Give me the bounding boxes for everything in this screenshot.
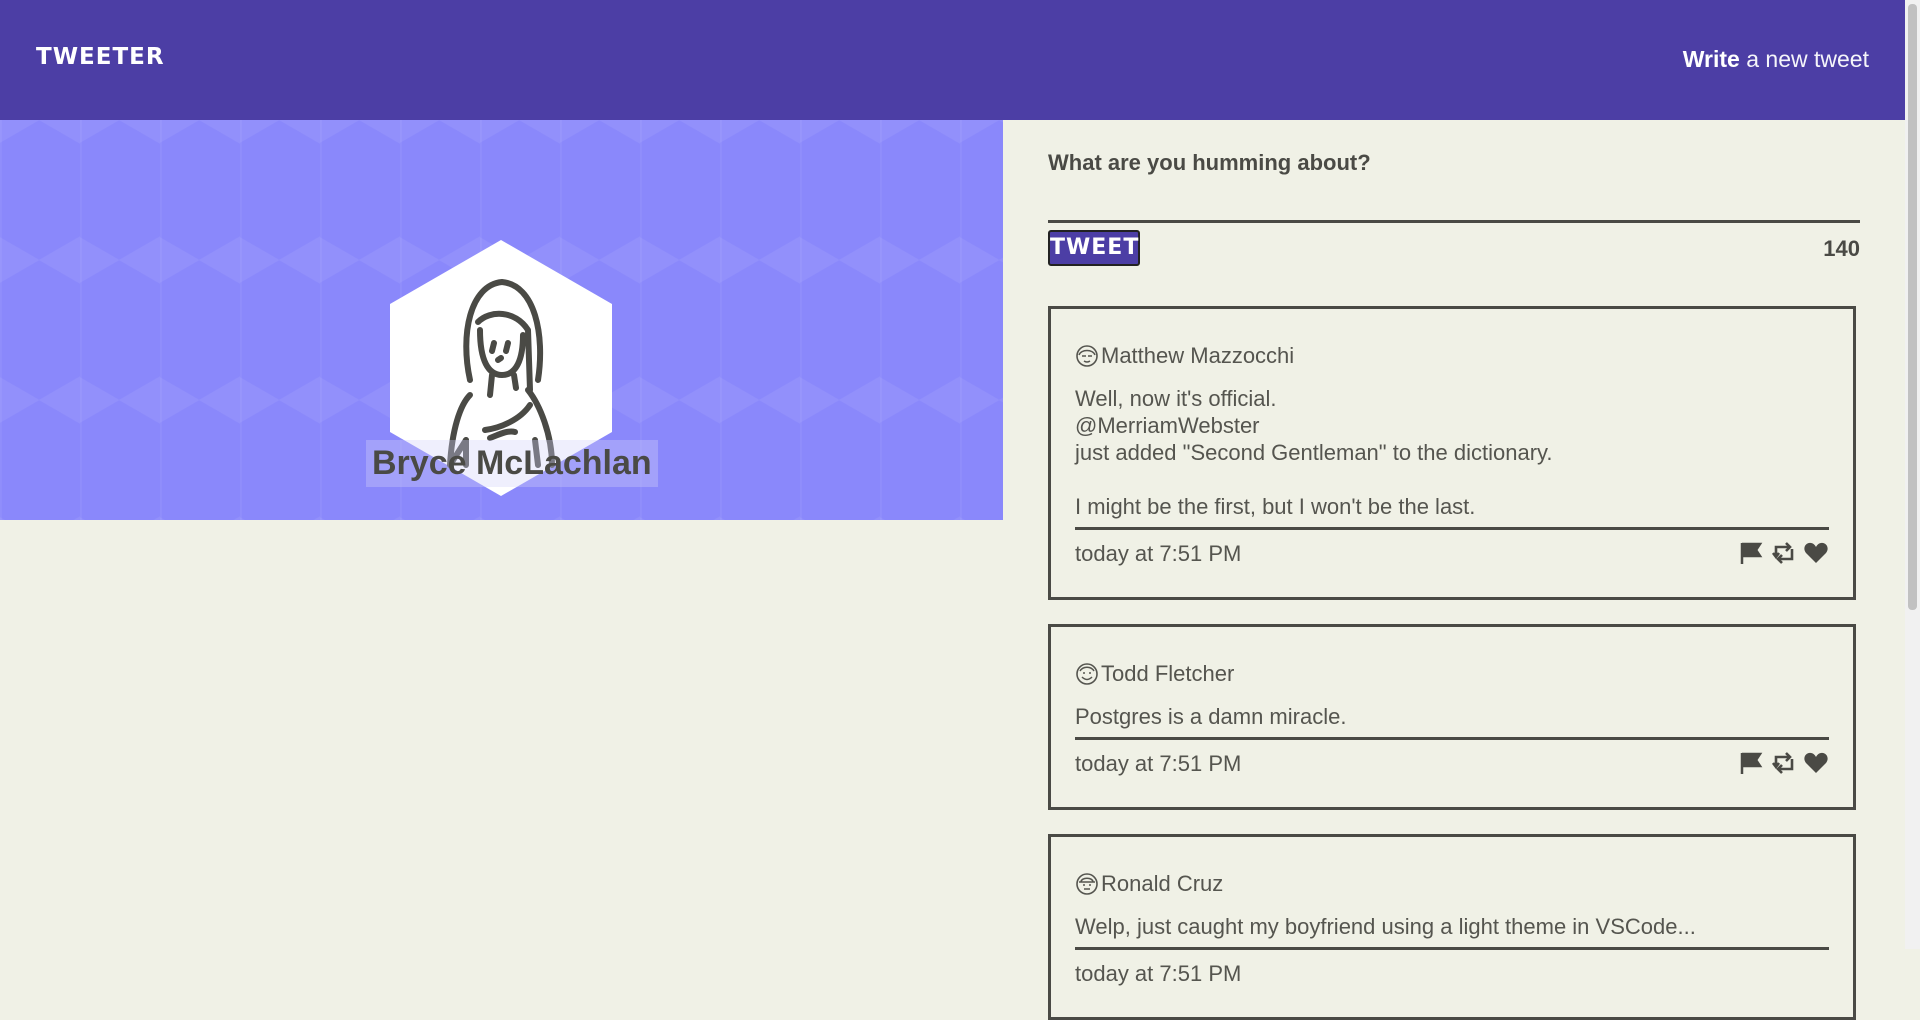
tweet-body: Well, now it's official. @MerriamWebster… [1075,386,1553,519]
tweet-author: Matthew Mazzocchi [1101,343,1295,368]
brand-logo[interactable]: TWEETER [36,44,165,70]
tweet-divider [1075,737,1829,740]
flag-icon[interactable] [1739,541,1765,565]
tweet-actions [1739,541,1829,565]
write-tweet-link[interactable]: Write a new tweet [1683,46,1869,73]
tweet-timestamp: today at 7:51 PM [1075,541,1242,566]
retweet-icon[interactable] [1771,751,1797,775]
composer-prompt[interactable]: What are you humming about? [1048,150,1860,176]
tweet-header: Matthew Mazzocchi [1075,343,1294,369]
tweet-body: Postgres is a damn miracle. [1075,704,1347,729]
retweet-icon[interactable] [1771,541,1797,565]
tweet-card: Matthew Mazzocchi Well, now it's officia… [1048,306,1856,600]
author-avatar-icon [1076,345,1098,367]
heart-icon[interactable] [1803,751,1829,775]
author-avatar-icon [1076,663,1098,685]
tweet-card: Ronald Cruz Welp, just caught my boyfrie… [1048,834,1856,1020]
tweet-card: Todd Fletcher Postgres is a damn miracle… [1048,624,1856,810]
tweet-author: Ronald Cruz [1101,871,1224,896]
compose-bold: Write [1682,46,1740,72]
top-nav: TWEETER Write a new tweet [0,0,1905,120]
tweet-timestamp: today at 7:51 PM [1075,751,1242,776]
tweet-composer: What are you humming about? TWEET 140 [1048,150,1860,266]
flag-icon[interactable] [1739,751,1765,775]
compose-rest: a new tweet [1739,46,1869,72]
tweet-header: Ronald Cruz [1075,871,1223,897]
composer-underline [1048,220,1860,223]
tweet-divider [1075,527,1829,530]
tweet-actions [1739,751,1829,775]
tweet-header: Todd Fletcher [1075,661,1234,687]
scrollbar-thumb[interactable] [1908,4,1917,610]
heart-icon[interactable] [1803,541,1829,565]
char-counter: 140 [1823,236,1860,261]
author-avatar-icon [1076,873,1098,895]
profile-banner: Bryce McLachlan [0,120,1003,520]
tweet-button[interactable]: TWEET [1048,230,1140,266]
profile-name: Bryce McLachlan [366,440,658,487]
tweet-timestamp: today at 7:51 PM [1075,961,1242,986]
tweet-body: Welp, just caught my boyfriend using a l… [1075,914,1696,939]
tweet-author: Todd Fletcher [1101,661,1235,686]
page-scrollbar[interactable] [1905,0,1920,949]
